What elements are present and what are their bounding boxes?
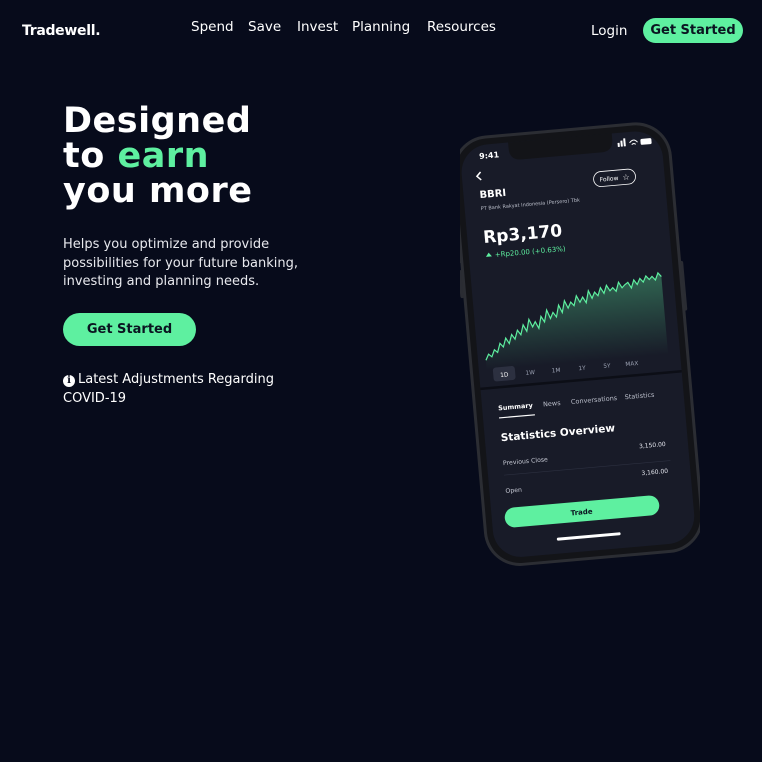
hero-title-accent: earn — [117, 136, 210, 176]
nav-item-spend[interactable]: Spend — [191, 19, 234, 35]
login-link[interactable]: Login — [591, 23, 627, 39]
range-option-1d[interactable]: 1D — [500, 372, 509, 379]
nav-item-invest[interactable]: Invest — [297, 19, 338, 35]
battery-icon — [640, 138, 652, 145]
stock-ticker: BBRI — [479, 188, 507, 201]
range-option-1m[interactable]: 1M — [552, 368, 561, 375]
tab-news[interactable]: News — [543, 399, 562, 409]
nav-item-resources[interactable]: Resources — [427, 19, 496, 35]
header-get-started-button[interactable]: Get Started — [643, 18, 743, 43]
hero-title: Designed to earn you more — [63, 104, 252, 209]
covid-notice[interactable]: i Latest Adjustments Regarding COVID-19 — [63, 371, 283, 408]
phone-mockup: 9:41 BBRI PT Bank Rakyat Indonesia (Pers… — [460, 122, 700, 566]
range-option-5y[interactable]: 5Y — [603, 363, 611, 370]
nav-item-planning[interactable]: Planning — [352, 19, 410, 35]
nav-item-save[interactable]: Save — [248, 19, 281, 35]
phone-time: 9:41 — [479, 150, 500, 161]
range-option-max[interactable]: MAX — [625, 361, 638, 368]
range-option-1y[interactable]: 1Y — [578, 366, 586, 373]
range-option-1w[interactable]: 1W — [525, 370, 535, 377]
info-icon: i — [63, 375, 75, 387]
brand-logo[interactable]: Tradewell. — [22, 23, 101, 39]
hero-title-line2-prefix: to — [63, 136, 118, 176]
covid-notice-text: Latest Adjustments Regarding COVID-19 — [63, 372, 274, 406]
hero-subtitle: Helps you optimize and provide possibili… — [63, 237, 298, 289]
hero-get-started-button[interactable]: Get Started — [63, 313, 196, 346]
hero-title-line3: you more — [63, 171, 253, 211]
stat-label-open: Open — [505, 487, 522, 495]
hero-title-line1: Designed — [63, 101, 252, 141]
star-icon: ☆ — [622, 173, 630, 183]
